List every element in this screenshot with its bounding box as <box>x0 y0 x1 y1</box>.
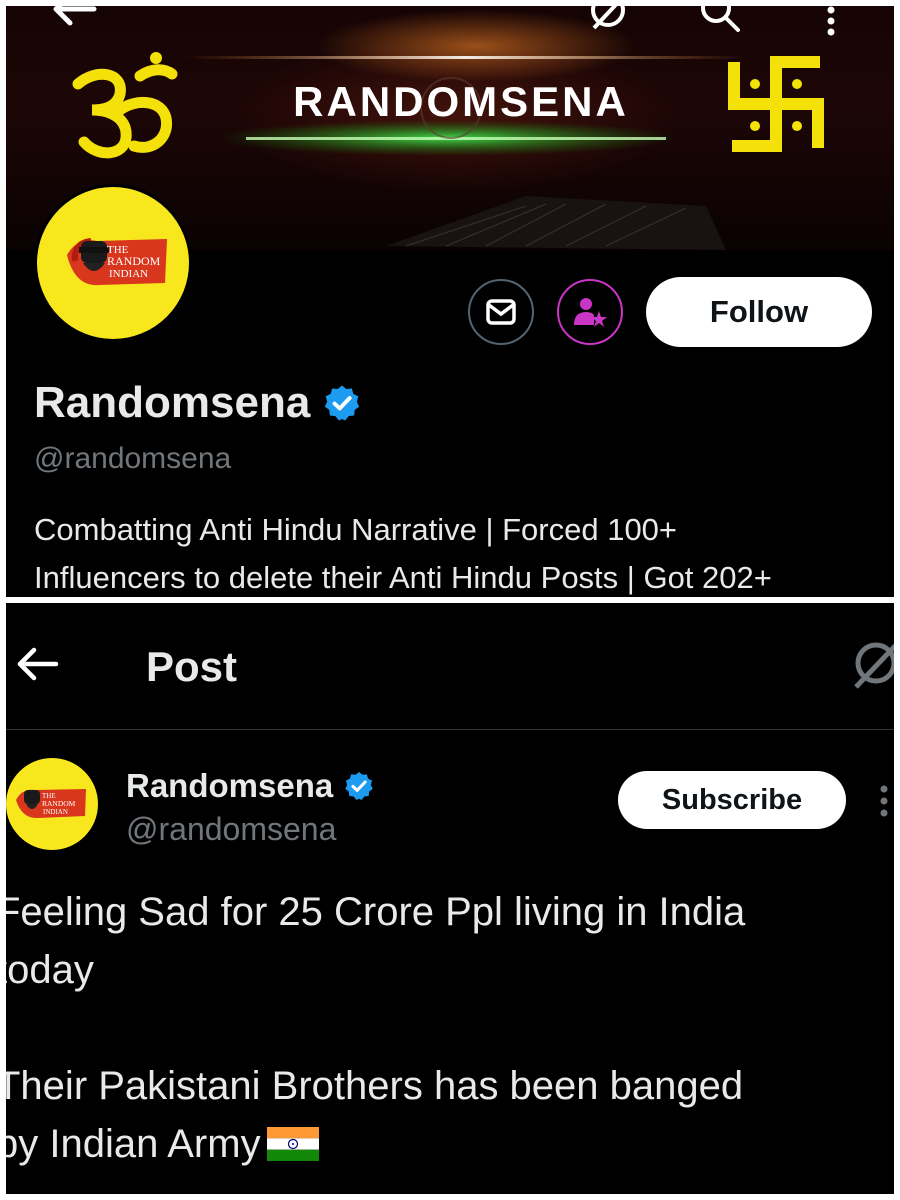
more-vertical-icon[interactable] <box>878 785 890 824</box>
profile-bio: Combatting Anti Hindu Narrative | Forced… <box>34 506 894 597</box>
page-title: Post <box>146 643 238 690</box>
follow-button[interactable]: Follow <box>646 277 872 347</box>
svg-text:RANDOM: RANDOM <box>107 254 161 268</box>
profile-handle: @randomsena <box>34 442 232 475</box>
svg-text:RANDOM: RANDOM <box>42 799 76 808</box>
swastika-symbol <box>728 56 824 152</box>
subscribe-button[interactable] <box>557 279 623 345</box>
grok-icon[interactable] <box>852 641 894 696</box>
post-text-line: Their Pakistani Brothers has been banged <box>6 1064 744 1108</box>
the-random-indian-logo: THE RANDOM INDIAN <box>16 789 86 819</box>
svg-text:INDIAN: INDIAN <box>109 268 148 280</box>
profile-screenshot: RANDOMSENA THE RANDOM INDIAN Follow Rand… <box>6 6 894 597</box>
svg-text:INDIAN: INDIAN <box>43 808 68 816</box>
back-arrow-icon[interactable] <box>16 647 60 686</box>
verified-badge-icon <box>345 772 373 800</box>
post-body: Feeling Sad for 25 Crore Ppl living in I… <box>6 883 886 1173</box>
profile-avatar[interactable]: THE RANDOM INDIAN <box>34 184 192 342</box>
post-text-line-with-flag: by Indian Army <box>6 1115 886 1173</box>
bio-line: Combatting Anti Hindu Narrative | Forced… <box>34 512 678 547</box>
post-screenshot: Post THE RANDOM INDIAN Randomsena @rando… <box>6 603 894 1194</box>
om-symbol <box>72 52 178 159</box>
subscribe-button[interactable]: Subscribe <box>618 771 846 829</box>
verified-badge-icon <box>325 385 360 421</box>
post-text-line: today <box>6 948 94 992</box>
post-paragraph-gap <box>6 999 886 1057</box>
banner-title: RANDOMSENA <box>293 78 629 125</box>
mail-icon <box>486 299 516 325</box>
the-random-indian-logo: THE RANDOM INDIAN <box>67 238 167 286</box>
post-author-avatar[interactable]: THE RANDOM INDIAN <box>6 758 98 850</box>
post-author-handle: @randomsena <box>126 811 337 847</box>
profile-display-name: Randomsena <box>34 378 362 428</box>
header-divider <box>6 729 894 730</box>
bio-line: Influencers to delete their Anti Hindu P… <box>34 560 772 595</box>
post-text-line: Feeling Sad for 25 Crore Ppl living in I… <box>6 890 746 934</box>
post-author-name: Randomsena <box>126 767 375 805</box>
message-button[interactable] <box>468 279 534 345</box>
india-flag-emoji <box>266 1127 319 1161</box>
subscribe-person-star-icon <box>574 298 607 327</box>
